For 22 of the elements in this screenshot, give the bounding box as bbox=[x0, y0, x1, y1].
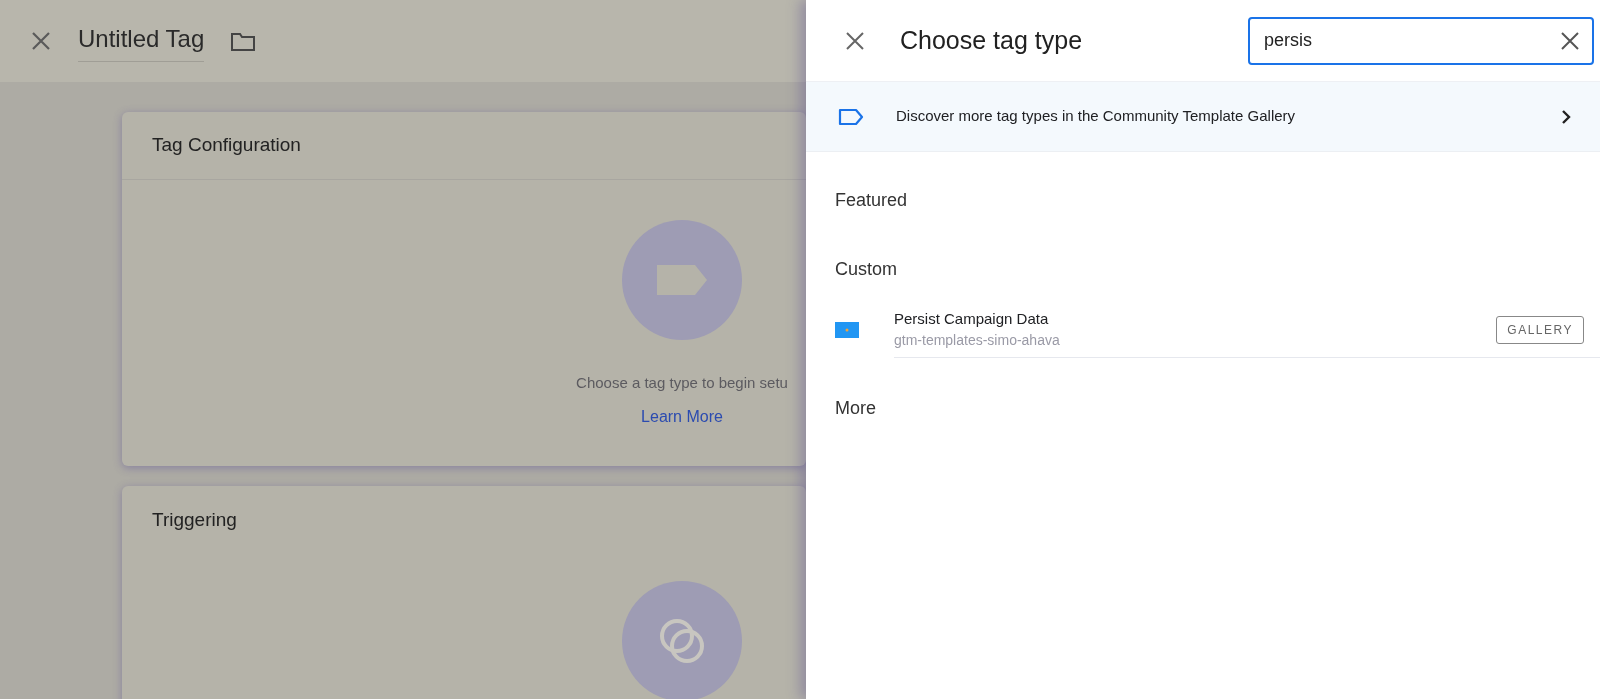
card-title: Tag Configuration bbox=[152, 133, 301, 158]
gallery-banner[interactable]: Discover more tag types in the Community Template Gallery bbox=[806, 82, 1600, 152]
card-title: Triggering bbox=[152, 507, 237, 532]
clear-icon[interactable] bbox=[1560, 30, 1580, 51]
template-item[interactable]: Persist Campaign Data gtm-templates-simo-ahava GALLERY bbox=[835, 300, 1600, 360]
chevron-right-icon bbox=[1560, 108, 1572, 125]
learn-more-link[interactable]: Learn More bbox=[641, 404, 723, 429]
template-author: gtm-templates-simo-ahava bbox=[894, 331, 1060, 351]
panel-title: Choose tag type bbox=[900, 24, 1083, 56]
search-field[interactable]: persis bbox=[1248, 16, 1594, 65]
tag-title[interactable]: Untitled Tag bbox=[78, 20, 205, 62]
close-icon[interactable] bbox=[844, 29, 866, 52]
section-heading: Featured bbox=[835, 189, 909, 211]
close-icon[interactable] bbox=[30, 30, 52, 52]
gallery-badge: GALLERY bbox=[1496, 315, 1584, 344]
empty-hint: Choose a tag type to begin setu bbox=[576, 373, 788, 393]
tag-icon bbox=[838, 107, 864, 126]
section-heading: Custom bbox=[835, 258, 898, 280]
section-heading: More bbox=[835, 397, 877, 419]
template-icon bbox=[835, 322, 859, 338]
folder-icon[interactable] bbox=[230, 30, 257, 52]
template-name: Persist Campaign Data bbox=[894, 308, 1050, 329]
